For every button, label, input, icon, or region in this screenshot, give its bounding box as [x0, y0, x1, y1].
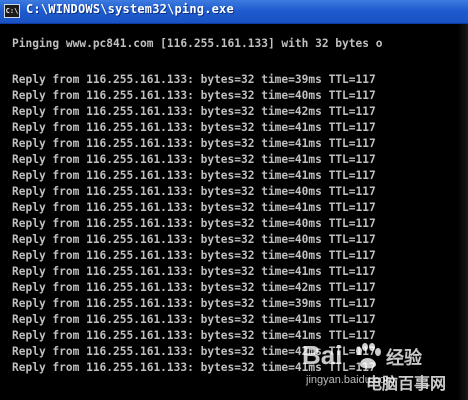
reply-line: Reply from 116.255.161.133: bytes=32 tim…: [12, 297, 376, 310]
reply-line: Reply from 116.255.161.133: bytes=32 tim…: [12, 361, 376, 374]
reply-line: Reply from 116.255.161.133: bytes=32 tim…: [12, 201, 376, 214]
window-title: C:\WINDOWS\system32\ping.exe: [26, 2, 234, 16]
reply-line: Reply from 116.255.161.133: bytes=32 tim…: [12, 345, 376, 358]
reply-line: Reply from 116.255.161.133: bytes=32 tim…: [12, 185, 376, 198]
reply-line: Reply from 116.255.161.133: bytes=32 tim…: [12, 249, 376, 262]
reply-line: Reply from 116.255.161.133: bytes=32 tim…: [12, 89, 376, 102]
reply-line: Reply from 116.255.161.133: bytes=32 tim…: [12, 329, 376, 342]
reply-line: Reply from 116.255.161.133: bytes=32 tim…: [12, 121, 376, 134]
reply-line: Reply from 116.255.161.133: bytes=32 tim…: [12, 265, 376, 278]
reply-line: Reply from 116.255.161.133: bytes=32 tim…: [12, 153, 376, 166]
reply-line: Reply from 116.255.161.133: bytes=32 tim…: [12, 313, 376, 326]
reply-line: Reply from 116.255.161.133: bytes=32 tim…: [12, 281, 376, 294]
reply-line: Reply from 116.255.161.133: bytes=32 tim…: [12, 105, 376, 118]
reply-line: Reply from 116.255.161.133: bytes=32 tim…: [12, 73, 376, 86]
title-bar[interactable]: C:\ C:\WINDOWS\system32\ping.exe: [0, 0, 468, 24]
reply-line: Reply from 116.255.161.133: bytes=32 tim…: [12, 217, 376, 230]
reply-line: Reply from 116.255.161.133: bytes=32 tim…: [12, 169, 376, 182]
pinging-line: Pinging www.pc841.com [116.255.161.133] …: [12, 37, 383, 50]
reply-line: Reply from 116.255.161.133: bytes=32 tim…: [12, 137, 376, 150]
reply-line: Reply from 116.255.161.133: bytes=32 tim…: [12, 233, 376, 246]
console-window: C:\ C:\WINDOWS\system32\ping.exe Pinging…: [0, 0, 468, 400]
window-right-edge: [458, 24, 468, 400]
console-icon[interactable]: C:\: [4, 4, 20, 18]
console-output[interactable]: Pinging www.pc841.com [116.255.161.133] …: [0, 24, 468, 400]
